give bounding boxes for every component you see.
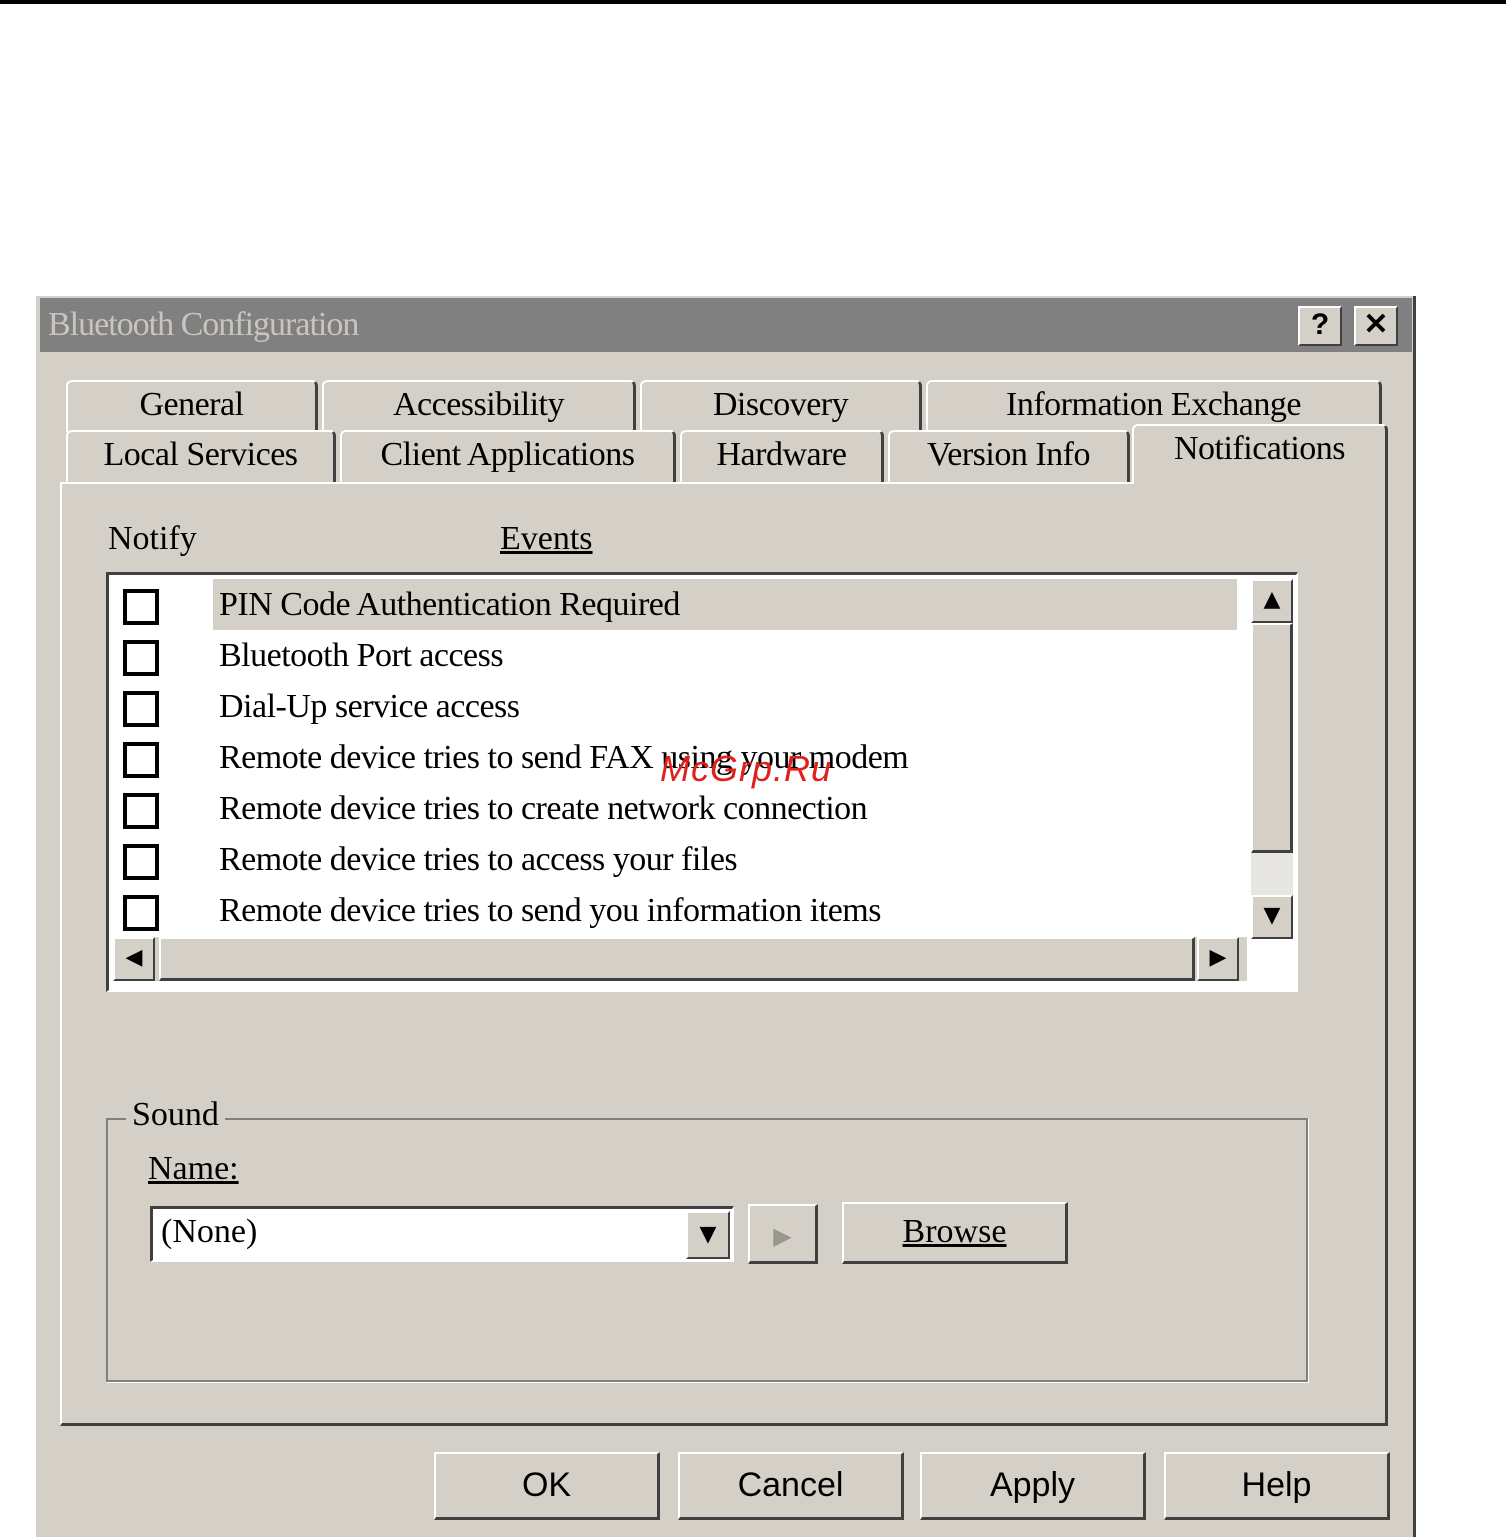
tab-client-applications[interactable]: Client Applications <box>340 430 676 482</box>
cancel-button[interactable]: Cancel <box>678 1452 904 1520</box>
notify-checkbox[interactable] <box>123 793 159 829</box>
notify-checkbox[interactable] <box>123 640 159 676</box>
title-bar[interactable]: Bluetooth Configuration ? ✕ <box>40 298 1412 352</box>
list-item[interactable]: Remote device tries to access your files <box>109 834 1245 885</box>
list-item[interactable]: Bluetooth Port access <box>109 630 1245 681</box>
tab-hardware[interactable]: Hardware <box>680 430 884 482</box>
notify-checkbox[interactable] <box>123 742 159 778</box>
notify-checkbox[interactable] <box>123 691 159 727</box>
notify-checkbox[interactable] <box>123 895 159 931</box>
play-sound-button[interactable]: ▶ <box>748 1204 818 1264</box>
event-label: PIN Code Authentication Required <box>213 579 1237 630</box>
tab-version-info[interactable]: Version Info <box>888 430 1130 482</box>
bluetooth-configuration-dialog: Bluetooth Configuration ? ✕ General Acce… <box>36 296 1416 1537</box>
sound-groupbox: Sound Name: (None) ▼ ▶ Browse <box>106 1096 1308 1382</box>
event-label: Remote device tries to send you informat… <box>219 892 881 929</box>
chevron-down-icon[interactable]: ▼ <box>686 1211 730 1259</box>
list-item[interactable]: Dial-Up service access <box>109 681 1245 732</box>
scroll-up-icon[interactable]: ▲ <box>1251 579 1293 623</box>
window-title: Bluetooth Configuration <box>48 306 359 343</box>
browse-button[interactable]: Browse <box>842 1202 1068 1264</box>
scroll-left-icon[interactable]: ◀ <box>113 937 155 981</box>
tab-local-services[interactable]: Local Services <box>66 430 336 482</box>
scroll-down-icon[interactable]: ▼ <box>1251 895 1293 939</box>
list-item[interactable]: PIN Code Authentication Required <box>109 579 1245 630</box>
list-item[interactable]: Remote device tries to send you informat… <box>109 885 1245 936</box>
watermark-text: McGrp.Ru <box>660 748 833 789</box>
tab-notifications[interactable]: Notifications <box>1132 424 1388 484</box>
tab-discovery[interactable]: Discovery <box>640 380 922 432</box>
help-title-button[interactable]: ? <box>1298 306 1342 346</box>
event-label: Bluetooth Port access <box>219 637 504 674</box>
tab-general[interactable]: General <box>66 380 318 432</box>
notify-checkbox[interactable] <box>123 844 159 880</box>
sound-name-label: Name: <box>148 1150 239 1187</box>
vertical-scroll-thumb[interactable] <box>1251 623 1293 853</box>
event-label: Dial-Up service access <box>219 688 520 725</box>
notify-column-header: Notify <box>108 520 197 557</box>
vertical-scrollbar[interactable]: ▲ ▼ <box>1251 579 1293 939</box>
tab-accessibility[interactable]: Accessibility <box>322 380 636 432</box>
event-label: Remote device tries to access your files <box>219 841 738 878</box>
list-item[interactable]: Remote device tries to create network co… <box>109 783 1245 834</box>
page-top-border <box>0 0 1506 4</box>
apply-button[interactable]: Apply <box>920 1452 1146 1520</box>
horizontal-scrollbar[interactable]: ◀ ▶ <box>113 937 1247 981</box>
sound-name-select[interactable]: (None) ▼ <box>150 1206 734 1262</box>
scroll-right-icon[interactable]: ▶ <box>1197 937 1239 981</box>
horizontal-scroll-thumb[interactable] <box>159 937 1195 981</box>
help-button[interactable]: Help <box>1164 1452 1390 1520</box>
notify-checkbox[interactable] <box>123 589 159 625</box>
play-icon: ▶ <box>773 1222 792 1250</box>
event-label: Remote device tries to create network co… <box>219 790 868 827</box>
notifications-panel: Notify Events PIN Code Authentication Re… <box>60 482 1388 1426</box>
sound-name-value: (None) <box>161 1213 258 1250</box>
events-column-header: Events <box>500 520 593 557</box>
ok-button[interactable]: OK <box>434 1452 660 1520</box>
sound-group-label: Sound <box>126 1096 225 1134</box>
close-icon[interactable]: ✕ <box>1354 306 1398 346</box>
